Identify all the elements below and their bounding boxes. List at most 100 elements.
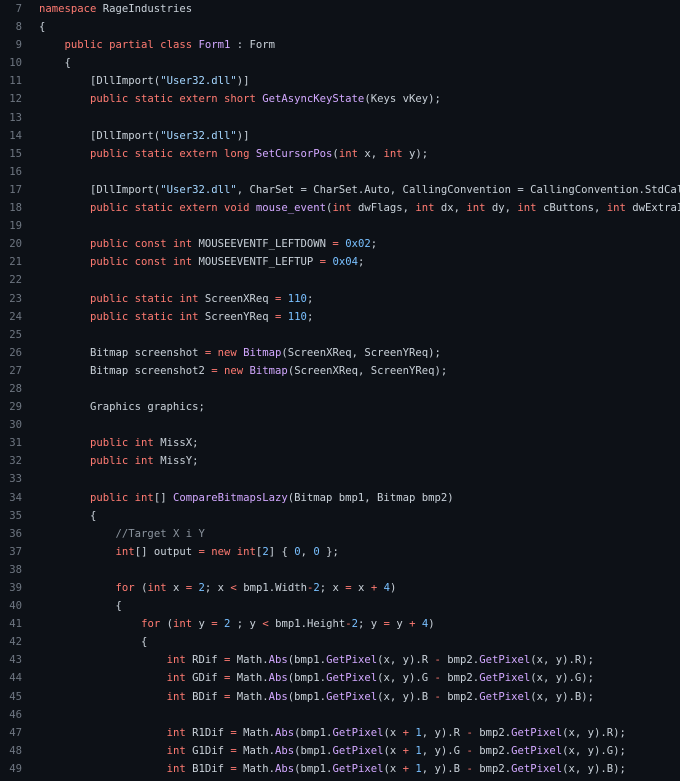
code-token: int: [332, 202, 352, 215]
line-number: 24: [9, 310, 22, 323]
code-line: 23 public static int ScreenXReq = 110;: [0, 290, 680, 308]
code-token: for: [141, 618, 161, 631]
code-text: public int[] CompareBitmapsLazy(Bitmap b…: [39, 489, 454, 507]
code-line: 45 int BDif = Math.Abs(bmp1.GetPixel(x, …: [0, 688, 680, 706]
code-token: int: [383, 147, 403, 160]
code-token: ] {: [268, 545, 295, 558]
code-line: 24 public static int ScreenYReq = 110;: [0, 308, 680, 326]
code-token: Bitmap screenshot2: [39, 364, 212, 377]
code-token: int: [606, 202, 626, 215]
code-token: RageIndustries: [96, 3, 193, 15]
code-token: GetPixel: [332, 726, 384, 739]
code-token: y: [389, 618, 410, 631]
code-token: int: [166, 690, 186, 703]
code-token: public static int: [90, 310, 199, 323]
code-token: GetPixel: [511, 744, 563, 757]
code-token: [DllImport(: [39, 183, 161, 196]
code-token: public static extern long: [90, 147, 250, 160]
code-token: {: [39, 57, 71, 70]
code-line: 18 public static extern void mouse_event…: [0, 199, 680, 217]
line-number: 45: [9, 690, 22, 703]
code-token: public int: [90, 437, 154, 450]
code-token: (x: [383, 744, 403, 757]
code-token: (bmp1.: [287, 690, 327, 703]
code-text: namespace RageIndustries: [39, 0, 192, 18]
code-token: (x, y).B);: [562, 762, 626, 775]
code-token: SetCursorPos: [255, 147, 333, 160]
code-token: //Target X i Y: [115, 527, 205, 540]
code-token: x,: [357, 147, 384, 160]
code-line: 19: [0, 217, 680, 235]
code-token: (x: [383, 762, 403, 775]
code-token: Bitmap: [243, 346, 282, 359]
code-token: (x, y).G: [377, 672, 435, 685]
code-line: 17 [DllImport("User32.dll", CharSet = Ch…: [0, 181, 680, 199]
code-text: public static extern long SetCursorPos(i…: [39, 145, 428, 163]
code-line: 11 [DllImport("User32.dll")]: [0, 72, 680, 90]
code-text: Bitmap screenshot = new Bitmap(ScreenXRe…: [39, 344, 441, 362]
code-text: int G1Dif = Math.Abs(bmp1.GetPixel(x + 1…: [39, 742, 626, 760]
line-number: 44: [9, 672, 22, 685]
code-line: 16: [0, 163, 680, 181]
line-number: 43: [9, 654, 22, 667]
code-token: bmp2.: [440, 654, 480, 667]
line-number: 11: [9, 75, 22, 88]
code-token: MissX;: [153, 437, 199, 450]
code-token: GetPixel: [326, 672, 378, 685]
code-token: "User32.dll": [160, 183, 237, 196]
code-token: y);: [402, 147, 429, 160]
code-token: bmp2.: [472, 762, 512, 775]
code-text: int BDif = Math.Abs(bmp1.GetPixel(x, y).…: [39, 688, 594, 706]
line-number: 40: [9, 600, 22, 613]
code-line: 15 public static extern long SetCursorPo…: [0, 145, 680, 163]
code-token: new: [217, 346, 237, 359]
code-token: , y).B: [421, 762, 467, 775]
code-token: GetPixel: [479, 690, 531, 703]
code-token: (bmp1.: [294, 762, 333, 775]
code-line: 12 public static extern short GetAsyncKe…: [0, 90, 680, 108]
code-line: 28: [0, 380, 680, 398]
code-token: RDif: [185, 654, 224, 667]
code-token: (Bitmap bmp1, Bitmap bmp2): [287, 491, 454, 504]
line-number: 21: [9, 256, 22, 269]
code-token: dx,: [434, 202, 467, 215]
code-token: x: [166, 582, 186, 594]
code-token: 110: [287, 310, 307, 323]
code-token: (x, y).R: [377, 654, 435, 667]
code-text: int RDif = Math.Abs(bmp1.GetPixel(x, y).…: [39, 651, 594, 669]
code-line: 33: [0, 470, 680, 488]
code-token: {: [39, 21, 46, 34]
line-number: 32: [9, 455, 22, 468]
code-token: Abs: [275, 726, 295, 739]
code-token: y: [192, 618, 212, 631]
code-token: BDif: [185, 690, 224, 703]
code-text: [DllImport("User32.dll")]: [39, 127, 249, 145]
line-number: 49: [9, 762, 22, 775]
line-number: 48: [9, 744, 22, 757]
code-text: {: [39, 633, 147, 651]
code-line: 8{: [0, 18, 680, 36]
code-token: Math.: [236, 762, 276, 775]
line-number: 46: [9, 708, 22, 721]
code-line: 25: [0, 326, 680, 344]
line-number: 7: [15, 3, 22, 15]
code-token: int: [147, 582, 167, 594]
code-line: 49 int B1Dif = Math.Abs(bmp1.GetPixel(x …: [0, 760, 680, 778]
code-token: bmp2.: [440, 690, 480, 703]
line-number: 34: [9, 491, 22, 504]
code-text: Graphics graphics;: [39, 398, 205, 416]
code-token: bmp1.Height: [268, 618, 346, 631]
code-token: Bitmap: [249, 364, 288, 377]
code-token: GetAsyncKeyState: [262, 93, 365, 106]
code-token: GetPixel: [332, 744, 384, 757]
code-token: cButtons,: [536, 202, 607, 215]
code-text: [DllImport("User32.dll", CharSet = CharS…: [39, 181, 680, 199]
code-line: 27 Bitmap screenshot2 = new Bitmap(Scree…: [0, 362, 680, 380]
